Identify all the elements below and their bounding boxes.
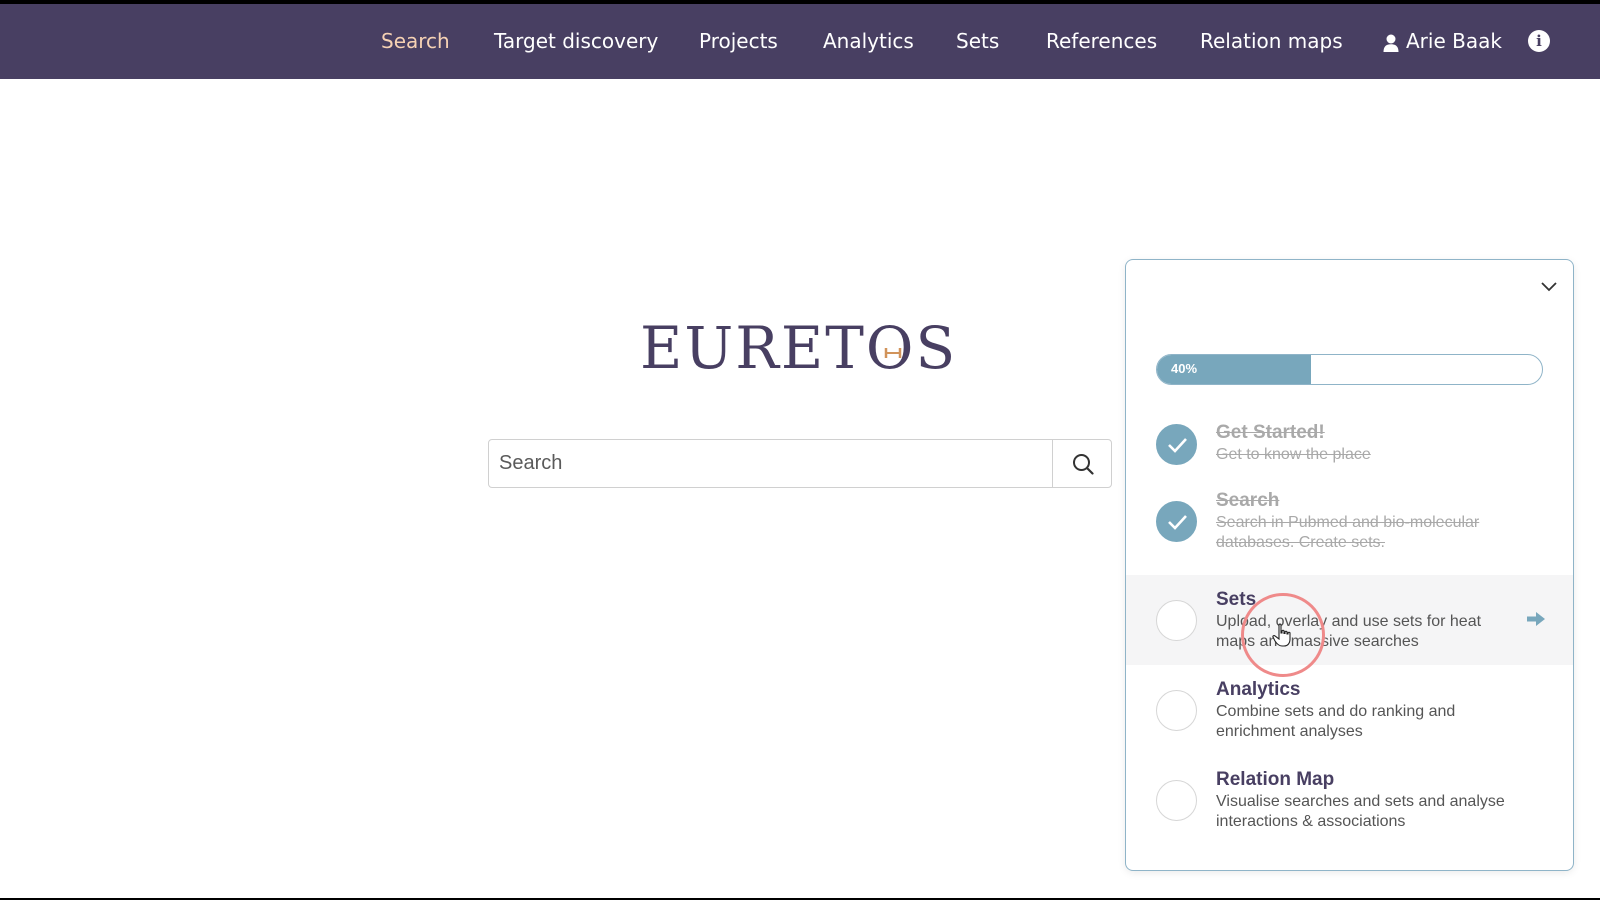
progress-bar: 40% [1156,354,1543,385]
nav-item-projects[interactable]: Projects [699,4,778,79]
step-description: Search in Pubmed and bio-molecular datab… [1216,514,1480,551]
onboarding-checklist: 40% Get Started! Get to know the place S… [1125,259,1574,871]
logo-mark-icon [884,348,902,358]
search-button[interactable] [1052,440,1111,487]
logo-text: EURETOS [640,314,958,382]
hand-cursor-icon [1272,623,1291,647]
step-title: Get Started! [1216,422,1325,443]
user-name: Arie Baak [1406,29,1502,53]
collapse-button[interactable] [1539,278,1559,294]
app-frame: Search Target discovery Projects Analyti… [0,4,1600,898]
search-icon [1073,454,1094,475]
nav-item-relation-maps[interactable]: Relation maps [1200,4,1343,79]
step-description: Upload, overlay and use sets for heat ma… [1216,613,1482,650]
user-menu[interactable]: Arie Baak [1383,4,1502,79]
step-description: Get to know the place [1216,446,1371,463]
nav-item-target-discovery[interactable]: Target discovery [494,4,658,79]
search-input[interactable] [489,440,1052,487]
step-description: Visualise searches and sets and analyse … [1216,793,1505,830]
step-status-pending [1156,600,1197,641]
arrow-right-icon [1527,612,1545,626]
step-relation-map[interactable]: Relation Map Visualise searches and sets… [1126,755,1573,845]
nav-item-sets[interactable]: Sets [956,4,999,79]
step-title: Search [1216,490,1280,511]
info-icon[interactable]: i [1528,30,1550,52]
chevron-down-icon [1541,282,1557,292]
step-title: Sets [1216,589,1257,610]
step-status-done [1156,501,1197,542]
top-navbar: Search Target discovery Projects Analyti… [0,4,1600,79]
step-status-pending [1156,690,1197,731]
search-bar [488,439,1112,488]
step-title: Relation Map [1216,769,1335,790]
step-get-started[interactable]: Get Started! Get to know the place [1126,416,1573,486]
step-status-done [1156,424,1197,465]
user-icon [1383,34,1399,52]
step-status-pending [1156,780,1197,821]
progress-label: 40% [1171,361,1198,376]
step-analytics[interactable]: Analytics Combine sets and do ranking an… [1126,665,1573,755]
nav-item-references[interactable]: References [1046,4,1157,79]
euretos-logo: EURETOS [640,314,960,382]
step-search[interactable]: Search Search in Pubmed and bio-molecula… [1126,485,1573,575]
step-description: Combine sets and do ranking and enrichme… [1216,703,1456,740]
nav-item-search[interactable]: Search [381,4,450,79]
step-sets[interactable]: Sets Upload, overlay and use sets for he… [1126,575,1573,665]
check-icon [1168,515,1187,530]
nav-item-analytics[interactable]: Analytics [823,4,914,79]
check-icon [1168,438,1187,453]
step-title: Analytics [1216,679,1301,700]
